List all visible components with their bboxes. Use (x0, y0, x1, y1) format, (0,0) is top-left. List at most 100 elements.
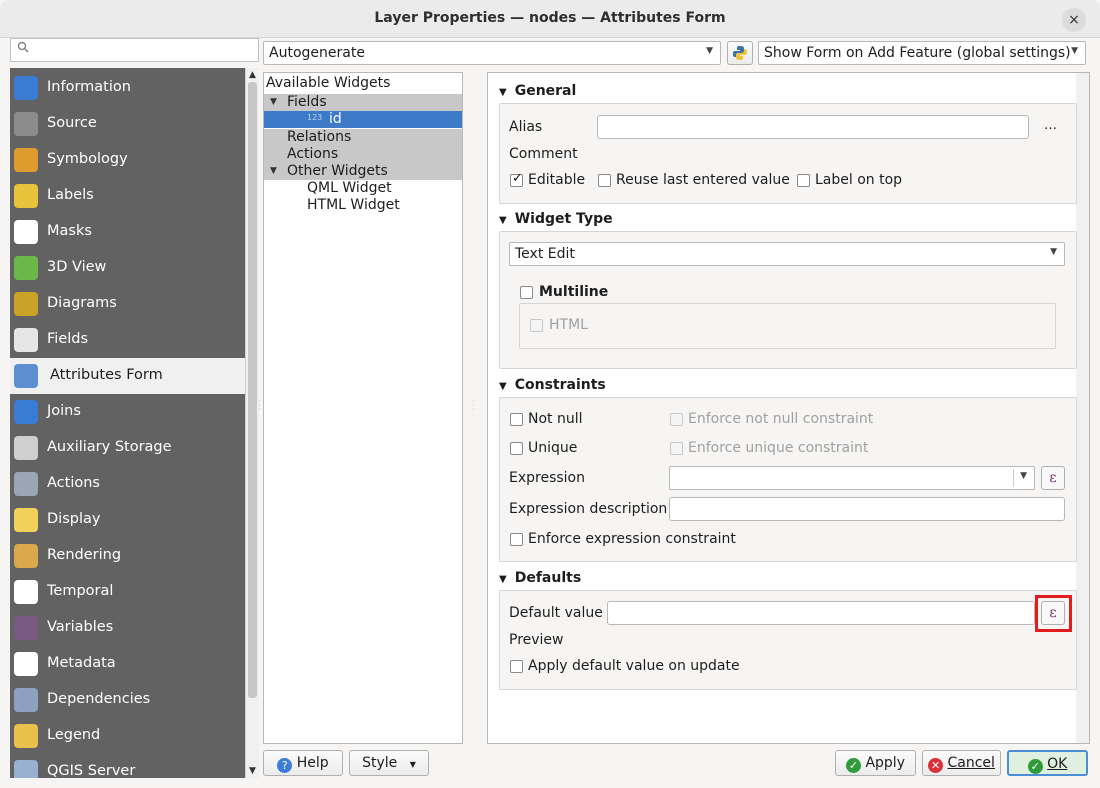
sidebar-item-masks[interactable]: Masks (10, 214, 245, 250)
actions-gear-icon (14, 472, 38, 496)
editable-checkbox[interactable] (510, 171, 523, 187)
alias-input[interactable] (597, 115, 1029, 139)
scrollbar-thumb[interactable] (248, 82, 257, 698)
tree-item-html-widget[interactable]: HTML Widget (307, 197, 400, 214)
not-null-checkbox[interactable] (510, 413, 523, 426)
apply-default-on-update-checkbox[interactable] (510, 660, 523, 673)
sidebar: Information Source Symbology Labels Masks 3D … (10, 68, 245, 778)
tree-item-label: HTML Widget (307, 197, 400, 213)
auxiliary-storage-icon (14, 436, 38, 460)
html-checkbox[interactable] (530, 319, 543, 332)
section-constraints-header[interactable]: ▼ Constraints (499, 377, 606, 393)
chevron-down-icon: ▼ (409, 760, 416, 769)
expand-arrow-icon[interactable]: ▼ (270, 163, 277, 180)
default-value-label: Default value (509, 605, 603, 621)
sidebar-item-3d-view[interactable]: 3D View (10, 250, 245, 286)
widget-type-combo[interactable]: Text Edit ▼ (509, 242, 1065, 266)
metadata-icon (14, 652, 38, 676)
enforce-unique-checkbox[interactable] (670, 442, 683, 455)
alias-more-button[interactable]: … (1044, 118, 1057, 133)
sidebar-item-label: Variables (47, 619, 114, 635)
enforce-expression-checkbox[interactable] (510, 533, 523, 546)
tree-item-label: QML Widget (307, 180, 392, 196)
preview-label: Preview (509, 632, 564, 648)
ok-button[interactable]: ✓ OK (1007, 750, 1088, 776)
unique-checkbox[interactable] (510, 442, 523, 455)
section-title: General (514, 83, 577, 99)
editable-label: Editable (528, 172, 586, 188)
splitter-handle[interactable]: · · · (258, 398, 261, 414)
section-widget-type-header[interactable]: ▼ Widget Type (499, 211, 613, 227)
sidebar-item-temporal[interactable]: Temporal (10, 574, 245, 610)
sidebar-item-labels[interactable]: Labels (10, 178, 245, 214)
fields-icon (14, 328, 38, 352)
diagrams-icon (14, 292, 38, 316)
sidebar-item-auxiliary-storage[interactable]: Auxiliary Storage (10, 430, 245, 466)
sidebar-item-rendering[interactable]: Rendering (10, 538, 245, 574)
expand-arrow-icon[interactable]: ▼ (270, 94, 277, 111)
form-mode-combo-value: Show Form on Add Feature (global setting… (764, 45, 1071, 61)
reuse-last-value-checkbox[interactable] (598, 174, 611, 187)
sidebar-item-source[interactable]: Source (10, 106, 245, 142)
check-icon: ✓ (1027, 759, 1043, 774)
sidebar-item-fields[interactable]: Fields (10, 322, 245, 358)
sidebar-item-label: Attributes Form (50, 367, 163, 383)
enforce-not-null-checkbox[interactable] (670, 413, 683, 426)
sidebar-item-diagrams[interactable]: Diagrams (10, 286, 245, 322)
panel-scrollbar[interactable] (1076, 73, 1089, 743)
tree-item-other-widgets[interactable]: ▼ Other Widgets (264, 163, 462, 180)
sidebar-item-attributes-form[interactable]: Attributes Form (10, 358, 245, 394)
tree-item-relations[interactable]: Relations (264, 129, 462, 146)
help-button[interactable]: ? Help (263, 750, 343, 776)
default-value-input[interactable] (607, 601, 1035, 625)
multiline-checkbox[interactable] (520, 286, 533, 299)
close-icon[interactable]: × (1062, 8, 1086, 32)
sidebar-item-display[interactable]: Display (10, 502, 245, 538)
sidebar-item-label: Metadata (47, 655, 116, 671)
expression-combo[interactable]: ▼ (669, 466, 1035, 490)
section-defaults-header[interactable]: ▼ Defaults (499, 570, 581, 586)
tree-item-qml-widget[interactable]: QML Widget (307, 180, 392, 197)
scroll-down-icon[interactable]: ▼ (249, 766, 256, 776)
sidebar-item-metadata[interactable]: Metadata (10, 646, 245, 682)
sidebar-item-information[interactable]: Information (10, 70, 245, 106)
scroll-up-icon[interactable]: ▲ (249, 70, 256, 80)
tree-item-field-id[interactable]: 123 id (264, 111, 462, 128)
sidebar-item-actions[interactable]: Actions (10, 466, 245, 502)
section-title: Widget Type (514, 211, 613, 227)
enforce-not-null-label: Enforce not null constraint (688, 411, 874, 427)
alias-label: Alias (509, 119, 543, 135)
unique-label: Unique (528, 440, 578, 456)
style-button[interactable]: Style ▼ (349, 750, 429, 776)
collapse-arrow-icon: ▼ (499, 215, 507, 226)
layout-combo[interactable]: Autogenerate ▼ (263, 41, 721, 65)
sidebar-item-dependencies[interactable]: Dependencies (10, 682, 245, 718)
label-on-top-label: Label on top (815, 172, 903, 188)
tree-item-actions[interactable]: Actions (264, 146, 462, 163)
section-general-header[interactable]: ▼ General (499, 83, 576, 99)
apply-label: Apply (865, 755, 905, 771)
search-input[interactable] (10, 38, 259, 62)
sidebar-item-legend[interactable]: Legend (10, 718, 245, 754)
tree-item-fields[interactable]: ▼ Fields (264, 94, 462, 111)
sidebar-scrollbar[interactable]: ▲ ▼ (245, 68, 259, 778)
sidebar-item-qgis-server[interactable]: QGIS Server (10, 754, 245, 778)
expression-description-input[interactable] (669, 497, 1065, 521)
python-init-button[interactable] (727, 41, 753, 65)
masks-abc-icon (14, 220, 38, 244)
dependencies-icon (14, 688, 38, 712)
available-widgets-tree[interactable]: Available Widgets ▼ Fields 123 id Relati… (263, 72, 463, 744)
splitter-handle[interactable]: · · · (472, 398, 475, 414)
label-on-top-checkbox[interactable] (797, 174, 810, 187)
joins-icon (14, 400, 38, 424)
sidebar-item-variables[interactable]: Variables (10, 610, 245, 646)
form-mode-combo[interactable]: Show Form on Add Feature (global setting… (758, 41, 1086, 65)
apply-button[interactable]: ✓ Apply (835, 750, 916, 776)
sidebar-item-symbology[interactable]: Symbology (10, 142, 245, 178)
tree-header: Available Widgets (266, 75, 391, 91)
3d-cube-icon (14, 256, 38, 280)
cancel-button[interactable]: ✕ Cancel (922, 750, 1001, 776)
sidebar-item-joins[interactable]: Joins (10, 394, 245, 430)
expression-builder-button[interactable]: ε (1041, 466, 1065, 490)
chevron-down-icon: ▼ (1050, 247, 1057, 257)
